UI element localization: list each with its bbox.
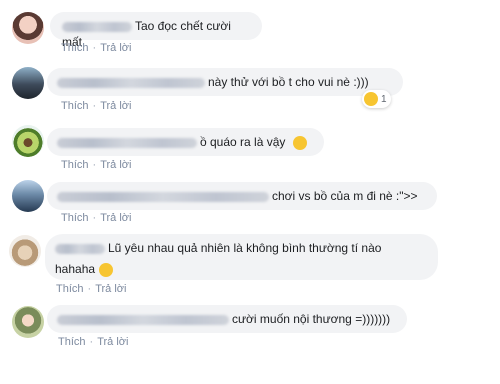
comment-bubble: này thử với bồ t cho vui nè :))) [47,68,403,96]
separator-dot: · [87,283,92,295]
like-link[interactable]: Thích [61,100,89,112]
comment-actions: Thích · Trả lời [61,159,131,171]
comment-actions: Thích · Trả lời [56,283,126,295]
separator-dot: · [89,336,94,348]
comment-text: này thử với bồ t cho vui nè :))) [208,75,369,89]
like-link[interactable]: Thích [61,159,89,171]
author-name-blurred[interactable] [55,243,105,254]
comment-actions: Thích · Trả lời [61,212,131,224]
like-link[interactable]: Thích [56,283,84,295]
like-link[interactable]: Thích [61,212,89,224]
comment-text-line2: hahaha [55,262,96,276]
comment-text: Lũ yêu nhau quả nhiên là không bình thườ… [108,241,382,255]
separator-dot: · [92,212,97,224]
reply-link[interactable]: Trả lời [100,100,131,112]
reply-link[interactable]: Trả lời [100,212,131,224]
author-name-blurred[interactable] [57,77,205,88]
reaction-count: 1 [381,93,387,105]
reply-link[interactable]: Trả lời [95,283,126,295]
avatar[interactable] [12,67,44,99]
comment-bubble: ồ quáo ra là vậy [47,128,324,156]
separator-dot: · [92,42,97,54]
avatar[interactable] [12,306,44,338]
smile-emoji-icon [292,135,307,150]
avatar[interactable] [12,180,44,212]
like-link[interactable]: Thích [61,42,89,54]
like-link[interactable]: Thích [58,336,86,348]
separator-dot: · [92,100,97,112]
author-name-blurred[interactable] [57,191,269,202]
comment-text: cười muốn nội thương =))))))) [232,312,391,326]
reply-link[interactable]: Trả lời [100,159,131,171]
comment-actions: Thích · Trả lời [61,42,131,54]
comment-bubble: Lũ yêu nhau quả nhiên là không bình thườ… [45,234,438,280]
reply-link[interactable]: Trả lời [100,42,131,54]
author-name-blurred[interactable] [57,137,197,148]
comment-text: chơi vs bồ của m đi nè :">> [272,189,418,203]
laugh-emoji-icon [99,262,114,277]
reaction-badge[interactable]: 1 [362,90,391,108]
avatar[interactable] [12,12,44,44]
avatar[interactable] [9,235,41,267]
avatar[interactable] [12,125,44,157]
comment-text: ồ quáo ra là vậy [200,135,286,149]
author-name-blurred[interactable] [62,21,132,32]
reply-link[interactable]: Trả lời [97,336,128,348]
comment-actions: Thích · Trả lời [61,100,131,112]
comment-bubble: cười muốn nội thương =))))))) [47,305,407,333]
author-name-blurred[interactable] [57,314,229,325]
separator-dot: · [92,159,97,171]
haha-emoji-icon [364,92,378,106]
comment-bubble: chơi vs bồ của m đi nè :">> [47,182,437,210]
comment-actions: Thích · Trả lời [58,336,128,348]
comment-bubble: Tao đọc chết cười mất [50,12,262,49]
